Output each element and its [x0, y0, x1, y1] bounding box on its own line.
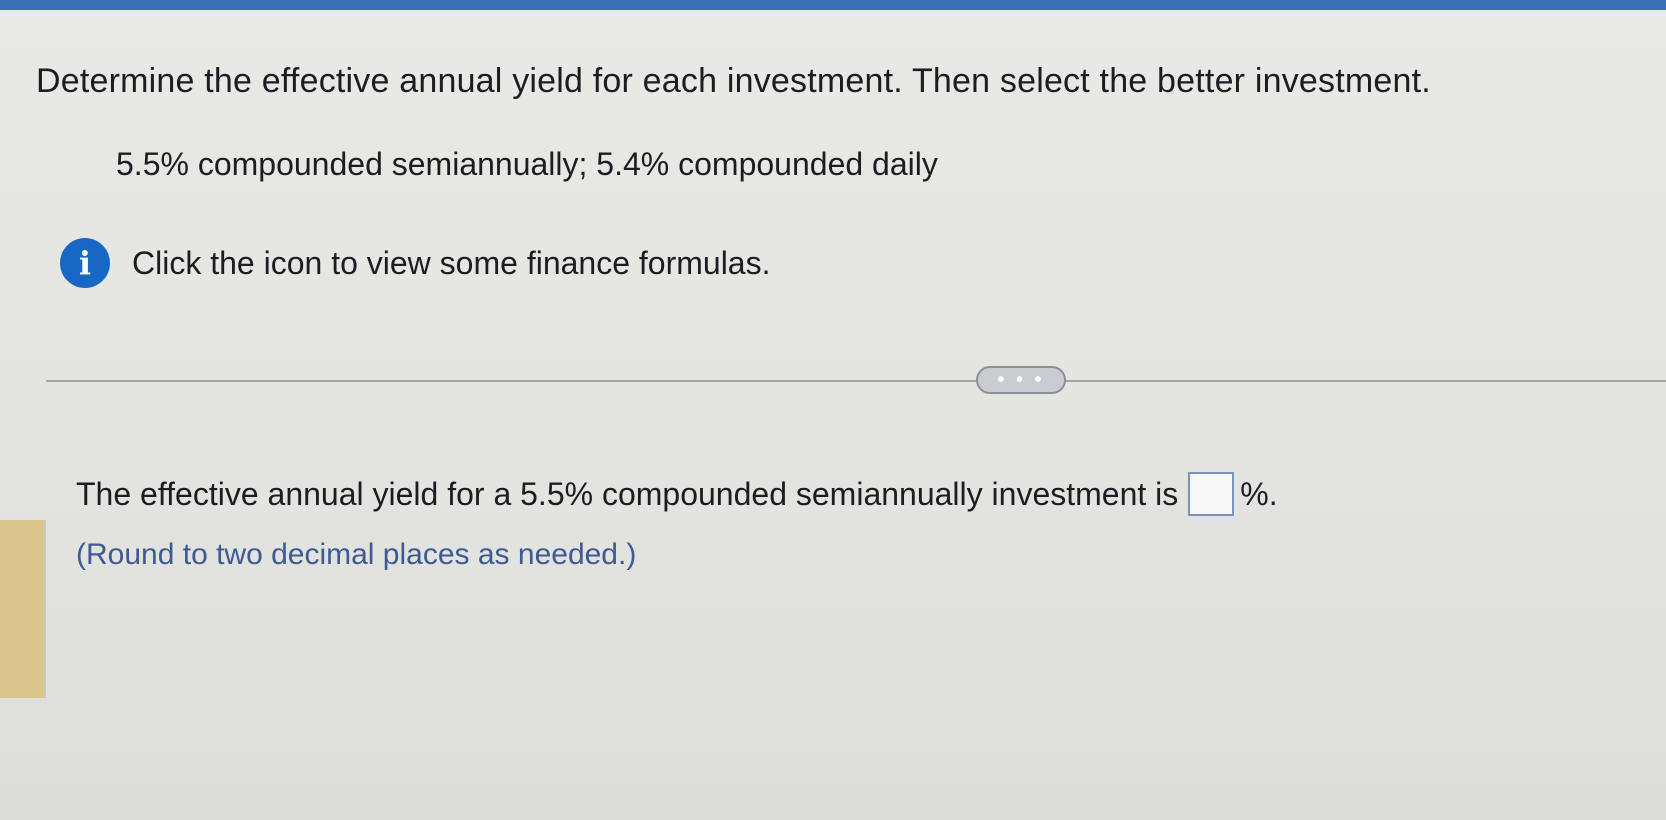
- left-accent-edge: [44, 520, 46, 698]
- section-divider: [46, 380, 1666, 382]
- percent-suffix: %.: [1240, 475, 1278, 512]
- info-text: Click the icon to view some finance form…: [132, 244, 771, 281]
- rounding-note: (Round to two decimal places as needed.): [76, 538, 637, 571]
- finance-formulas-link[interactable]: i Click the icon to view some finance fo…: [60, 238, 770, 288]
- answer-line: The effective annual yield for a 5.5% co…: [76, 472, 1278, 516]
- answer-prompt: The effective annual yield for a 5.5% co…: [76, 475, 1179, 512]
- answer-input[interactable]: [1188, 472, 1235, 516]
- problem-statement: 5.5% compounded semiannually; 5.4% compo…: [116, 146, 938, 182]
- question-page: [0, 10, 1666, 820]
- left-accent-strip: [0, 520, 44, 698]
- top-bar: [0, 0, 1666, 10]
- info-icon[interactable]: i: [60, 238, 110, 288]
- expand-button[interactable]: • • •: [976, 366, 1066, 394]
- question-title: Determine the effective annual yield for…: [36, 62, 1431, 100]
